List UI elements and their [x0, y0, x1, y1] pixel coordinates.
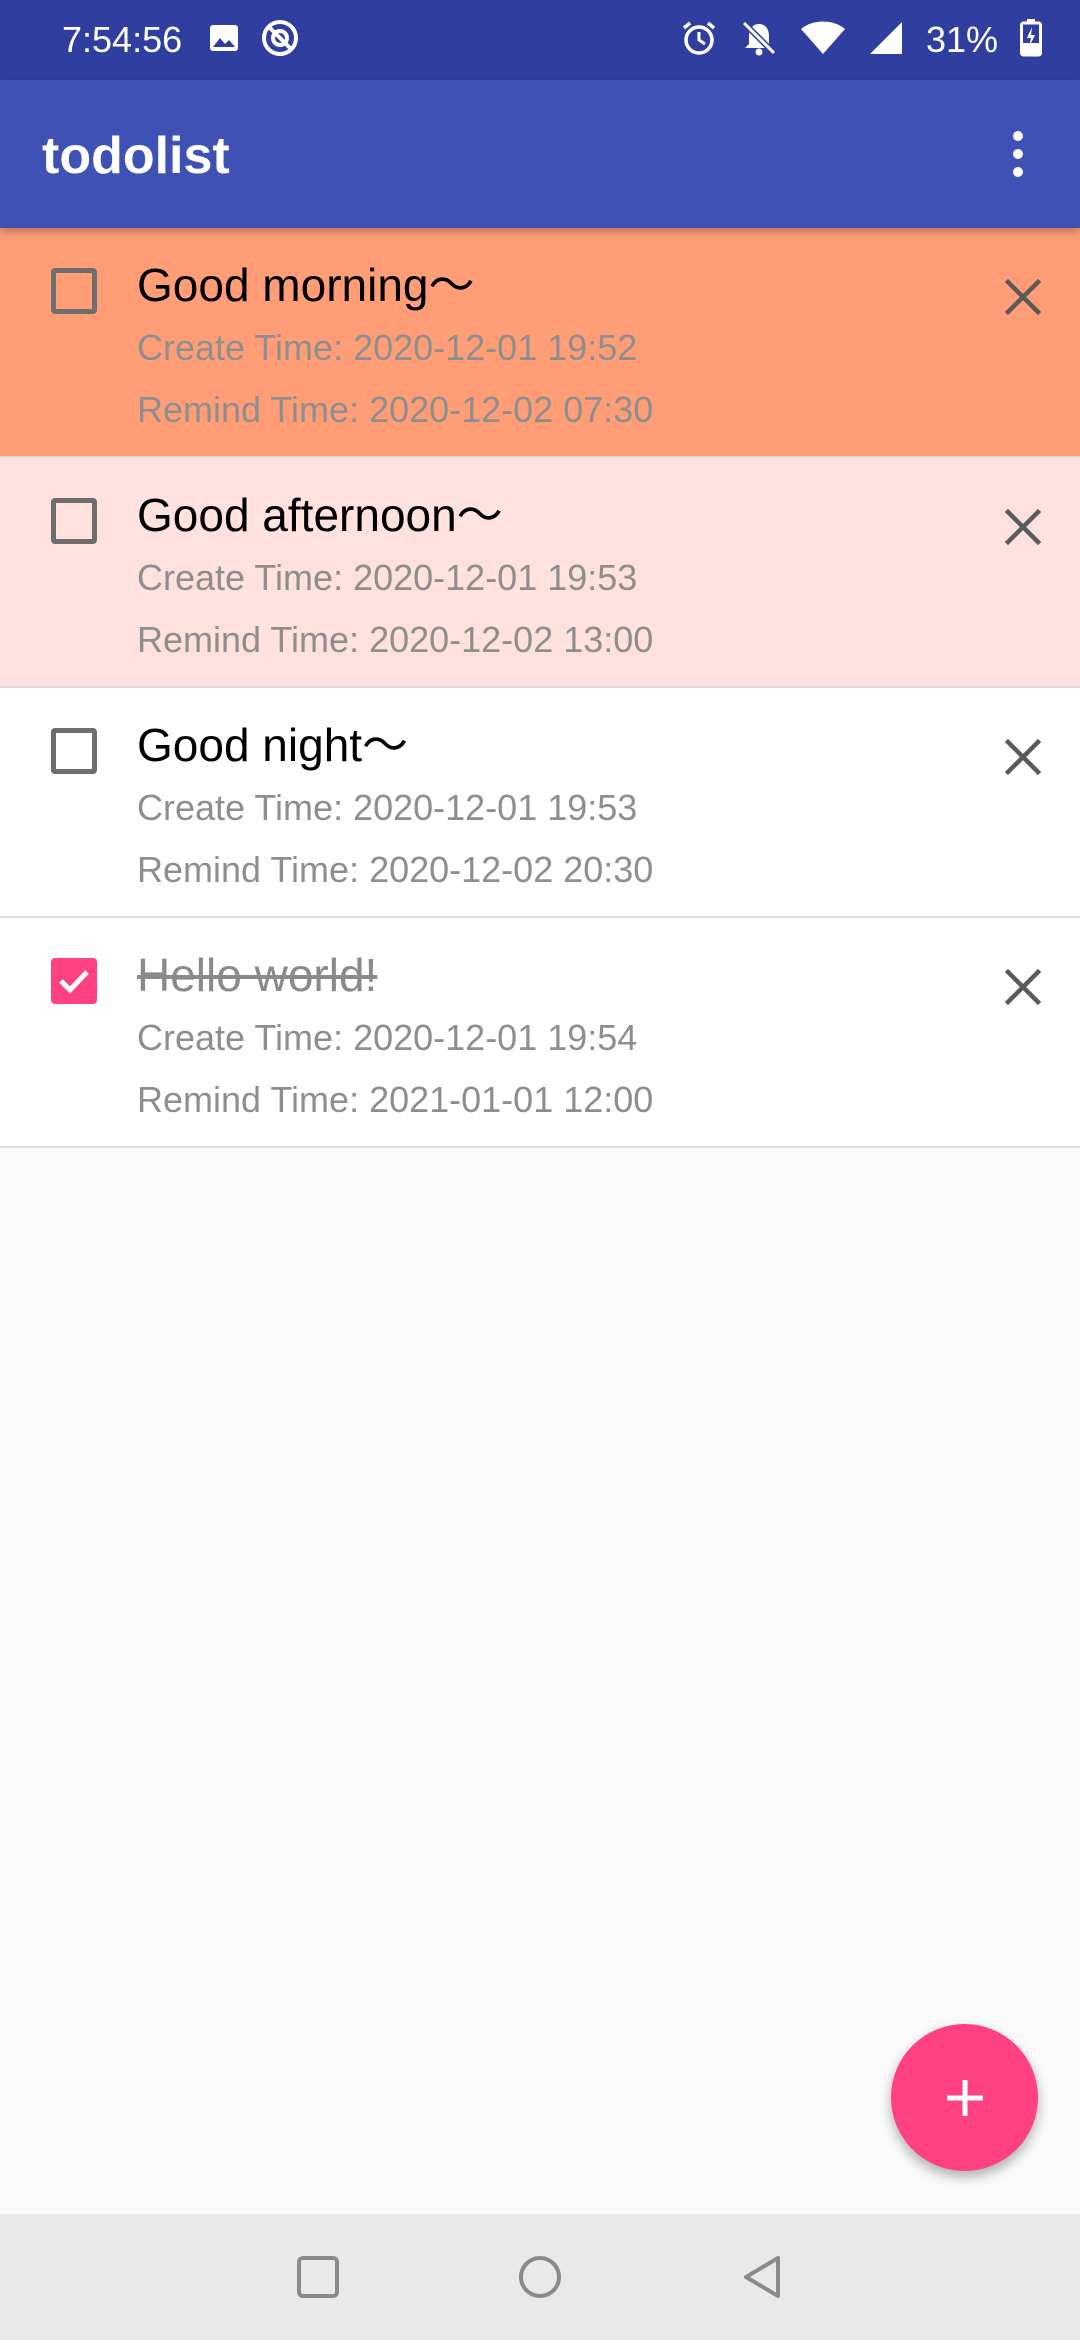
navigation-bar — [0, 2214, 1080, 2340]
recents-square-icon[interactable] — [288, 2247, 348, 2307]
app-bar: todolist — [0, 80, 1080, 228]
todo-remind-time: Remind Time: 2020-12-02 13:00 — [137, 619, 654, 660]
back-triangle-icon[interactable] — [732, 2247, 792, 2307]
check-icon — [59, 970, 89, 994]
todo-remind-time: Remind Time: 2020-12-02 20:30 — [137, 849, 654, 890]
alarm-icon — [680, 19, 718, 62]
delete-icon[interactable] — [988, 262, 1058, 332]
sync-icon — [260, 18, 300, 63]
notifications-off-icon — [740, 19, 778, 62]
todo-checkbox[interactable] — [51, 958, 97, 1004]
app-title: todolist — [42, 127, 230, 185]
todo-checkbox[interactable] — [51, 728, 97, 774]
image-icon — [208, 22, 240, 59]
status-notification-icons — [208, 18, 300, 63]
add-icon — [946, 2079, 983, 2116]
todo-create-time: Create Time: 2020-12-01 19:53 — [137, 557, 638, 598]
delete-icon[interactable] — [988, 722, 1058, 792]
cellular-signal-icon — [868, 20, 904, 61]
status-time: 7:54:56 — [62, 19, 183, 60]
todo-create-time: Create Time: 2020-12-01 19:54 — [137, 1017, 638, 1058]
todo-create-time: Create Time: 2020-12-01 19:53 — [137, 787, 638, 828]
todo-checkbox[interactable] — [51, 498, 97, 544]
more-dot — [1013, 131, 1023, 141]
more-vert-icon[interactable] — [978, 114, 1058, 194]
todo-item[interactable]: Good night〜 Create Time: 2020-12-01 19:5… — [0, 688, 1080, 918]
todo-remind-time: Remind Time: 2020-12-02 07:30 — [137, 389, 654, 430]
todo-title: Good afternoon〜 — [137, 489, 503, 541]
todo-title: Good night〜 — [137, 719, 409, 771]
battery-percent: 31% — [925, 19, 998, 60]
todo-remind-time: Remind Time: 2021-01-01 12:00 — [137, 1079, 654, 1120]
delete-icon[interactable] — [988, 492, 1058, 562]
todo-title: Hello world! — [137, 949, 378, 1001]
wifi-icon — [800, 20, 846, 61]
todo-item[interactable]: Hello world! Create Time: 2020-12-01 19:… — [0, 918, 1080, 1148]
delete-icon[interactable] — [988, 952, 1058, 1022]
add-todo-button[interactable] — [891, 2024, 1038, 2171]
battery-charging-icon — [1020, 18, 1042, 62]
todo-checkbox[interactable] — [51, 268, 97, 314]
home-circle-icon[interactable] — [510, 2247, 570, 2307]
status-bar: 7:54:56 31% — [0, 0, 1080, 80]
todo-list: Good morning〜 Create Time: 2020-12-01 19… — [0, 228, 1080, 1148]
todo-item[interactable]: Good afternoon〜 Create Time: 2020-12-01 … — [0, 458, 1080, 688]
todo-create-time: Create Time: 2020-12-01 19:52 — [137, 327, 638, 368]
status-system-icons: 31% — [680, 16, 1042, 64]
more-dot — [1013, 149, 1023, 159]
todo-title: Good morning〜 — [137, 259, 475, 311]
more-dot — [1013, 167, 1023, 177]
todo-item[interactable]: Good morning〜 Create Time: 2020-12-01 19… — [0, 228, 1080, 458]
